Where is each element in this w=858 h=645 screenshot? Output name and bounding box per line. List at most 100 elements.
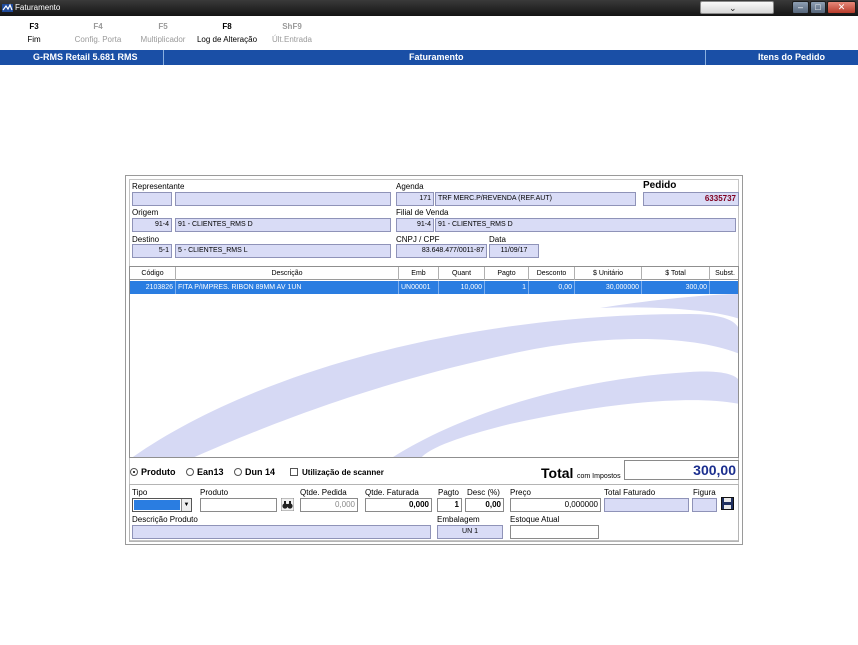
radio-dun14[interactable]: Dun 14 [234,467,275,477]
destino-label: Destino [132,235,160,244]
cell-desconto: 0,00 [529,281,575,294]
app-version: G-RMS Retail 5.681 RMS [33,52,138,62]
pedido-label: Pedido [643,180,677,191]
agenda-name-field[interactable]: TRF MERC.P/REVENDA (REF.AUT) [435,192,636,206]
total-faturado-field [604,498,689,512]
table-row[interactable]: 2103826 FITA P/IMPRES. RIBON 89MM AV 1UN… [130,281,738,294]
checkbox-icon [290,468,298,476]
window-titlebar: Faturamento ⌄ – □ ✕ [0,0,858,16]
tipo-label: Tipo [132,488,148,497]
maximize-button[interactable]: □ [810,1,826,14]
total-value: 300,00 [624,460,739,480]
cell-quant: 10,000 [439,281,485,294]
agenda-label: Agenda [396,182,424,191]
radio-selected-icon [130,468,138,476]
radio-produto[interactable]: Produto [130,467,176,477]
radio-ean13[interactable]: Ean13 [186,467,224,477]
estoque-field [510,525,599,539]
save-icon[interactable] [721,497,734,510]
fkey-ult-entrada[interactable]: ShF9 Últ.Entrada [268,22,316,44]
agenda-code-field[interactable]: 171 [396,192,434,206]
produto-input[interactable] [200,498,277,512]
binoculars-icon[interactable] [281,498,294,511]
col-descricao[interactable]: Descrição [176,267,399,280]
cell-subst [710,281,738,294]
qtde-pedida-field[interactable]: 0,000 [300,498,358,512]
fkey-config-porta[interactable]: F4 Config. Porta [72,22,124,44]
scanner-checkbox[interactable]: Utilização de scanner [290,468,384,477]
pagto-label: Pagto [438,488,459,497]
qtde-faturada-field[interactable]: 0,000 [365,498,432,512]
total-faturado-label: Total Faturado [604,488,656,497]
data-label: Data [489,235,506,244]
col-codigo[interactable]: Código [130,267,176,280]
fkey-log-alteracao[interactable]: F8 Log de Alteração [196,22,258,44]
module-title: Faturamento [409,52,464,62]
grid-header: Código Descrição Emb Quant Pagto Descont… [130,267,738,280]
data-field[interactable]: 11/09/17 [489,244,539,258]
col-unitario[interactable]: $ Unitário [575,267,642,280]
embalagem-label: Embalagem [437,515,480,524]
origem-code-field[interactable]: 91-4 [132,218,172,232]
tipo-select[interactable]: ▼ [132,498,192,512]
qtde-pedida-label: Qtde. Pedida [300,488,347,497]
origem-label: Origem [132,208,159,217]
qtde-faturada-label: Qtde. Faturada [365,488,419,497]
figura-label: Figura [693,488,716,497]
items-grid[interactable]: Código Descrição Emb Quant Pagto Descont… [129,266,739,458]
module-header-bar: G-RMS Retail 5.681 RMS Faturamento Itens… [0,50,858,65]
window-title: Faturamento [15,3,61,12]
desc-label: Desc (%) [467,488,500,497]
preco-field[interactable]: 0,000000 [510,498,601,512]
filial-code-field[interactable]: 91-4 [396,218,434,232]
close-button[interactable]: ✕ [827,1,856,14]
representante-label: Representante [132,182,185,191]
filial-label: Filial de Venda [396,208,449,217]
representante-code-field[interactable] [132,192,172,206]
pagto-field[interactable]: 1 [437,498,462,512]
col-quant[interactable]: Quant [439,267,485,280]
cell-codigo: 2103826 [130,281,176,294]
representante-name-field[interactable] [175,192,391,206]
watermark-swoosh [132,294,738,457]
estoque-label: Estoque Atual [510,515,560,524]
preco-label: Preço [510,488,531,497]
cell-descricao: FITA P/IMPRES. RIBON 89MM AV 1UN [176,281,399,294]
radio-unselected-icon [186,468,194,476]
cell-unitario: 30,000000 [575,281,642,294]
function-key-toolbar: F3 Fim F4 Config. Porta F5 Multiplicador… [0,16,858,50]
cnpj-label: CNPJ / CPF [396,235,440,244]
tipo-selection [134,500,180,510]
chevron-down-icon: ▼ [181,499,191,511]
pedido-number-field[interactable]: 6335737 [643,192,739,206]
col-desconto[interactable]: Desconto [529,267,575,280]
titlebar-dropdown[interactable]: ⌄ [700,1,774,14]
destino-name-field[interactable]: 5 - CLIENTES_RMS L [175,244,391,258]
filial-name-field[interactable]: 91 - CLIENTES_RMS D [435,218,736,232]
destino-code-field[interactable]: 5-1 [132,244,172,258]
col-total[interactable]: $ Total [642,267,710,280]
header-divider [163,50,164,65]
chevron-down-icon: ⌄ [729,3,737,13]
fkey-multiplicador[interactable]: F5 Multiplicador [137,22,189,44]
col-emb[interactable]: Emb [399,267,439,280]
descricao-produto-field [132,525,431,539]
total-label: Total [541,465,574,481]
figura-field [692,498,717,512]
col-subst[interactable]: Subst. [710,267,738,280]
col-pagto[interactable]: Pagto [485,267,529,280]
header-divider [705,50,706,65]
cnpj-field[interactable]: 83.648.477/0011-87 [396,244,487,258]
radio-unselected-icon [234,468,242,476]
cell-pagto: 1 [485,281,529,294]
minimize-button[interactable]: – [792,1,809,14]
fkey-fim[interactable]: F3 Fim [22,22,46,44]
app-icon [2,3,13,12]
embalagem-field: UN 1 [437,525,503,539]
cell-emb: UN00001 [399,281,439,294]
section-title: Itens do Pedido [758,52,826,62]
origem-name-field[interactable]: 91 - CLIENTES_RMS D [175,218,391,232]
descricao-produto-label: Descrição Produto [132,515,198,524]
desc-field[interactable]: 0,00 [465,498,504,512]
produto-label: Produto [200,488,229,497]
